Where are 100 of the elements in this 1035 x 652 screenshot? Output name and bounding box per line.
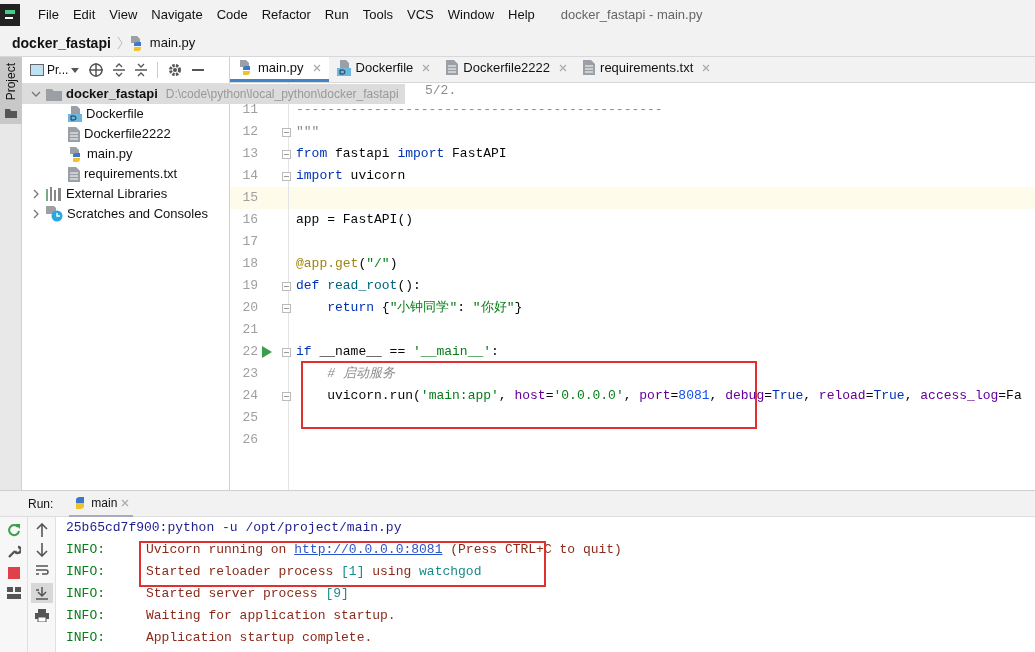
tree-item[interactable]: main.py — [22, 144, 229, 164]
text-file-icon — [446, 60, 459, 75]
editor-tab[interactable]: main.py — [230, 57, 329, 82]
close-icon[interactable] — [312, 63, 321, 72]
scroll-to-end-icon — [34, 586, 49, 600]
close-icon[interactable] — [559, 63, 568, 72]
code-line: import uvicorn — [296, 167, 406, 186]
path-label: D:\code\python\local_python\docker_fastapi — [165, 86, 399, 103]
fold-icon[interactable] — [282, 281, 291, 291]
tree-item[interactable]: Dockerfile2222 — [22, 124, 229, 144]
docker-file-icon — [336, 59, 351, 76]
url-link[interactable]: http://0.0.0.0:8081 — [294, 542, 443, 558]
line-number: 22 — [241, 343, 258, 362]
menu-item[interactable]: Run — [318, 5, 355, 25]
log-level: INFO: — [66, 585, 106, 604]
soft-wrap-icon[interactable] — [34, 563, 49, 577]
code-line: @app.get("/") — [296, 255, 398, 274]
line-number: 16 — [241, 211, 258, 230]
line-number: 19 — [241, 277, 258, 296]
menu-item[interactable]: Refactor — [255, 5, 317, 25]
run-icon[interactable] — [262, 346, 272, 358]
menu-item[interactable]: VCS — [401, 5, 440, 25]
panel-icon — [30, 64, 44, 76]
close-icon[interactable] — [121, 498, 130, 507]
line-number: 18 — [241, 255, 258, 274]
folder-icon — [46, 87, 62, 101]
locate-icon[interactable] — [89, 63, 104, 77]
editor-tab[interactable]: requirements.txt — [575, 57, 719, 82]
command-line: 25b65cd7f900:python -u /opt/project/main.py — [66, 519, 402, 538]
line-number: 24 — [241, 387, 258, 406]
line-number: 15 — [241, 189, 258, 208]
chevron-icon — [116, 36, 123, 50]
line-number: 14 — [241, 167, 258, 186]
fold-icon[interactable] — [282, 303, 291, 313]
text-file-icon — [583, 60, 596, 75]
tree-item[interactable]: requirements.txt — [22, 164, 229, 184]
line-number: 21 — [241, 321, 258, 340]
tree-item[interactable]: External Libraries — [22, 184, 229, 204]
menu-item[interactable]: Code — [210, 5, 254, 25]
window-title: docker_fastapi - main.py — [560, 6, 703, 25]
breadcrumb-item[interactable]: main.py — [149, 33, 196, 53]
app-icon — [0, 4, 20, 26]
stop-icon[interactable] — [7, 567, 20, 579]
rerun-icon[interactable] — [6, 523, 21, 537]
code-line: if __name__ == '__main__': — [296, 343, 499, 362]
fold-icon[interactable] — [282, 171, 291, 181]
fold-icon[interactable] — [282, 127, 291, 137]
line-number: 20 — [241, 299, 258, 318]
fold-icon[interactable] — [282, 149, 291, 159]
menu-item[interactable]: Navigate — [145, 5, 209, 25]
tree-item[interactable]: Dockerfile — [22, 104, 229, 124]
menu-item[interactable]: Tools — [356, 5, 400, 25]
log-message: Application startup complete. — [146, 629, 373, 648]
view-selector[interactable]: Pr... — [30, 61, 80, 79]
settings-icon[interactable] — [168, 63, 183, 77]
collapse-all-icon[interactable] — [135, 63, 148, 77]
wrench-icon[interactable] — [6, 545, 21, 559]
code-line: from fastapi import FastAPI — [296, 145, 507, 164]
code-line: 5/2. — [425, 83, 457, 99]
close-icon[interactable] — [422, 63, 431, 72]
docker-file-icon — [68, 106, 82, 122]
log-message: Started reloader process [1] using watchgod — [146, 563, 482, 582]
code-line: """ — [296, 123, 320, 142]
caret-icon — [71, 67, 80, 73]
layout-icon[interactable] — [6, 587, 21, 599]
scroll-to-end-button[interactable] — [30, 583, 53, 603]
editor-tab[interactable]: Dockerfile2222 — [438, 57, 576, 82]
menu-item[interactable]: Window — [441, 5, 501, 25]
menu-item[interactable]: File — [32, 5, 65, 25]
python-file-icon — [238, 60, 253, 75]
panel-label: Run: — [28, 495, 54, 513]
text-file-icon — [68, 166, 80, 182]
editor-tab[interactable]: Dockerfile — [328, 57, 439, 82]
code-line: return {"小钟同学": "你好"} — [326, 299, 523, 318]
menu-item[interactable]: Help — [502, 5, 541, 25]
project-tool-tab[interactable]: Project — [0, 57, 22, 125]
python-file-icon — [68, 146, 83, 162]
log-level: INFO: — [66, 563, 106, 582]
line-number: 23 — [241, 365, 258, 384]
expand-all-icon[interactable] — [113, 63, 126, 77]
log-level: INFO: — [66, 607, 106, 626]
print-icon[interactable] — [34, 609, 49, 622]
code-line: # 启动服务 — [326, 365, 395, 384]
tree-item[interactable]: Scratches and Consoles — [22, 204, 229, 224]
fold-icon[interactable] — [282, 347, 291, 357]
line-number: 13 — [241, 145, 258, 164]
line-number: 26 — [241, 431, 258, 450]
up-arrow-icon[interactable] — [35, 523, 48, 537]
line-number: 12 — [241, 123, 258, 142]
close-icon[interactable] — [702, 63, 711, 72]
tree-item[interactable]: docker_fastapi D:\code\python\local_python\docker_fastapi — [22, 84, 405, 104]
menu-item[interactable]: View — [103, 5, 144, 25]
chevron-down-icon[interactable] — [30, 91, 42, 97]
menu-item[interactable]: Edit — [66, 5, 102, 25]
fold-icon[interactable] — [282, 391, 291, 401]
down-arrow-icon[interactable] — [35, 543, 48, 557]
run-tab[interactable]: main — [69, 490, 134, 517]
minimize-icon[interactable] — [192, 68, 205, 72]
python-file-icon — [128, 35, 144, 51]
breadcrumb-item[interactable]: docker_fastapi — [12, 32, 111, 54]
